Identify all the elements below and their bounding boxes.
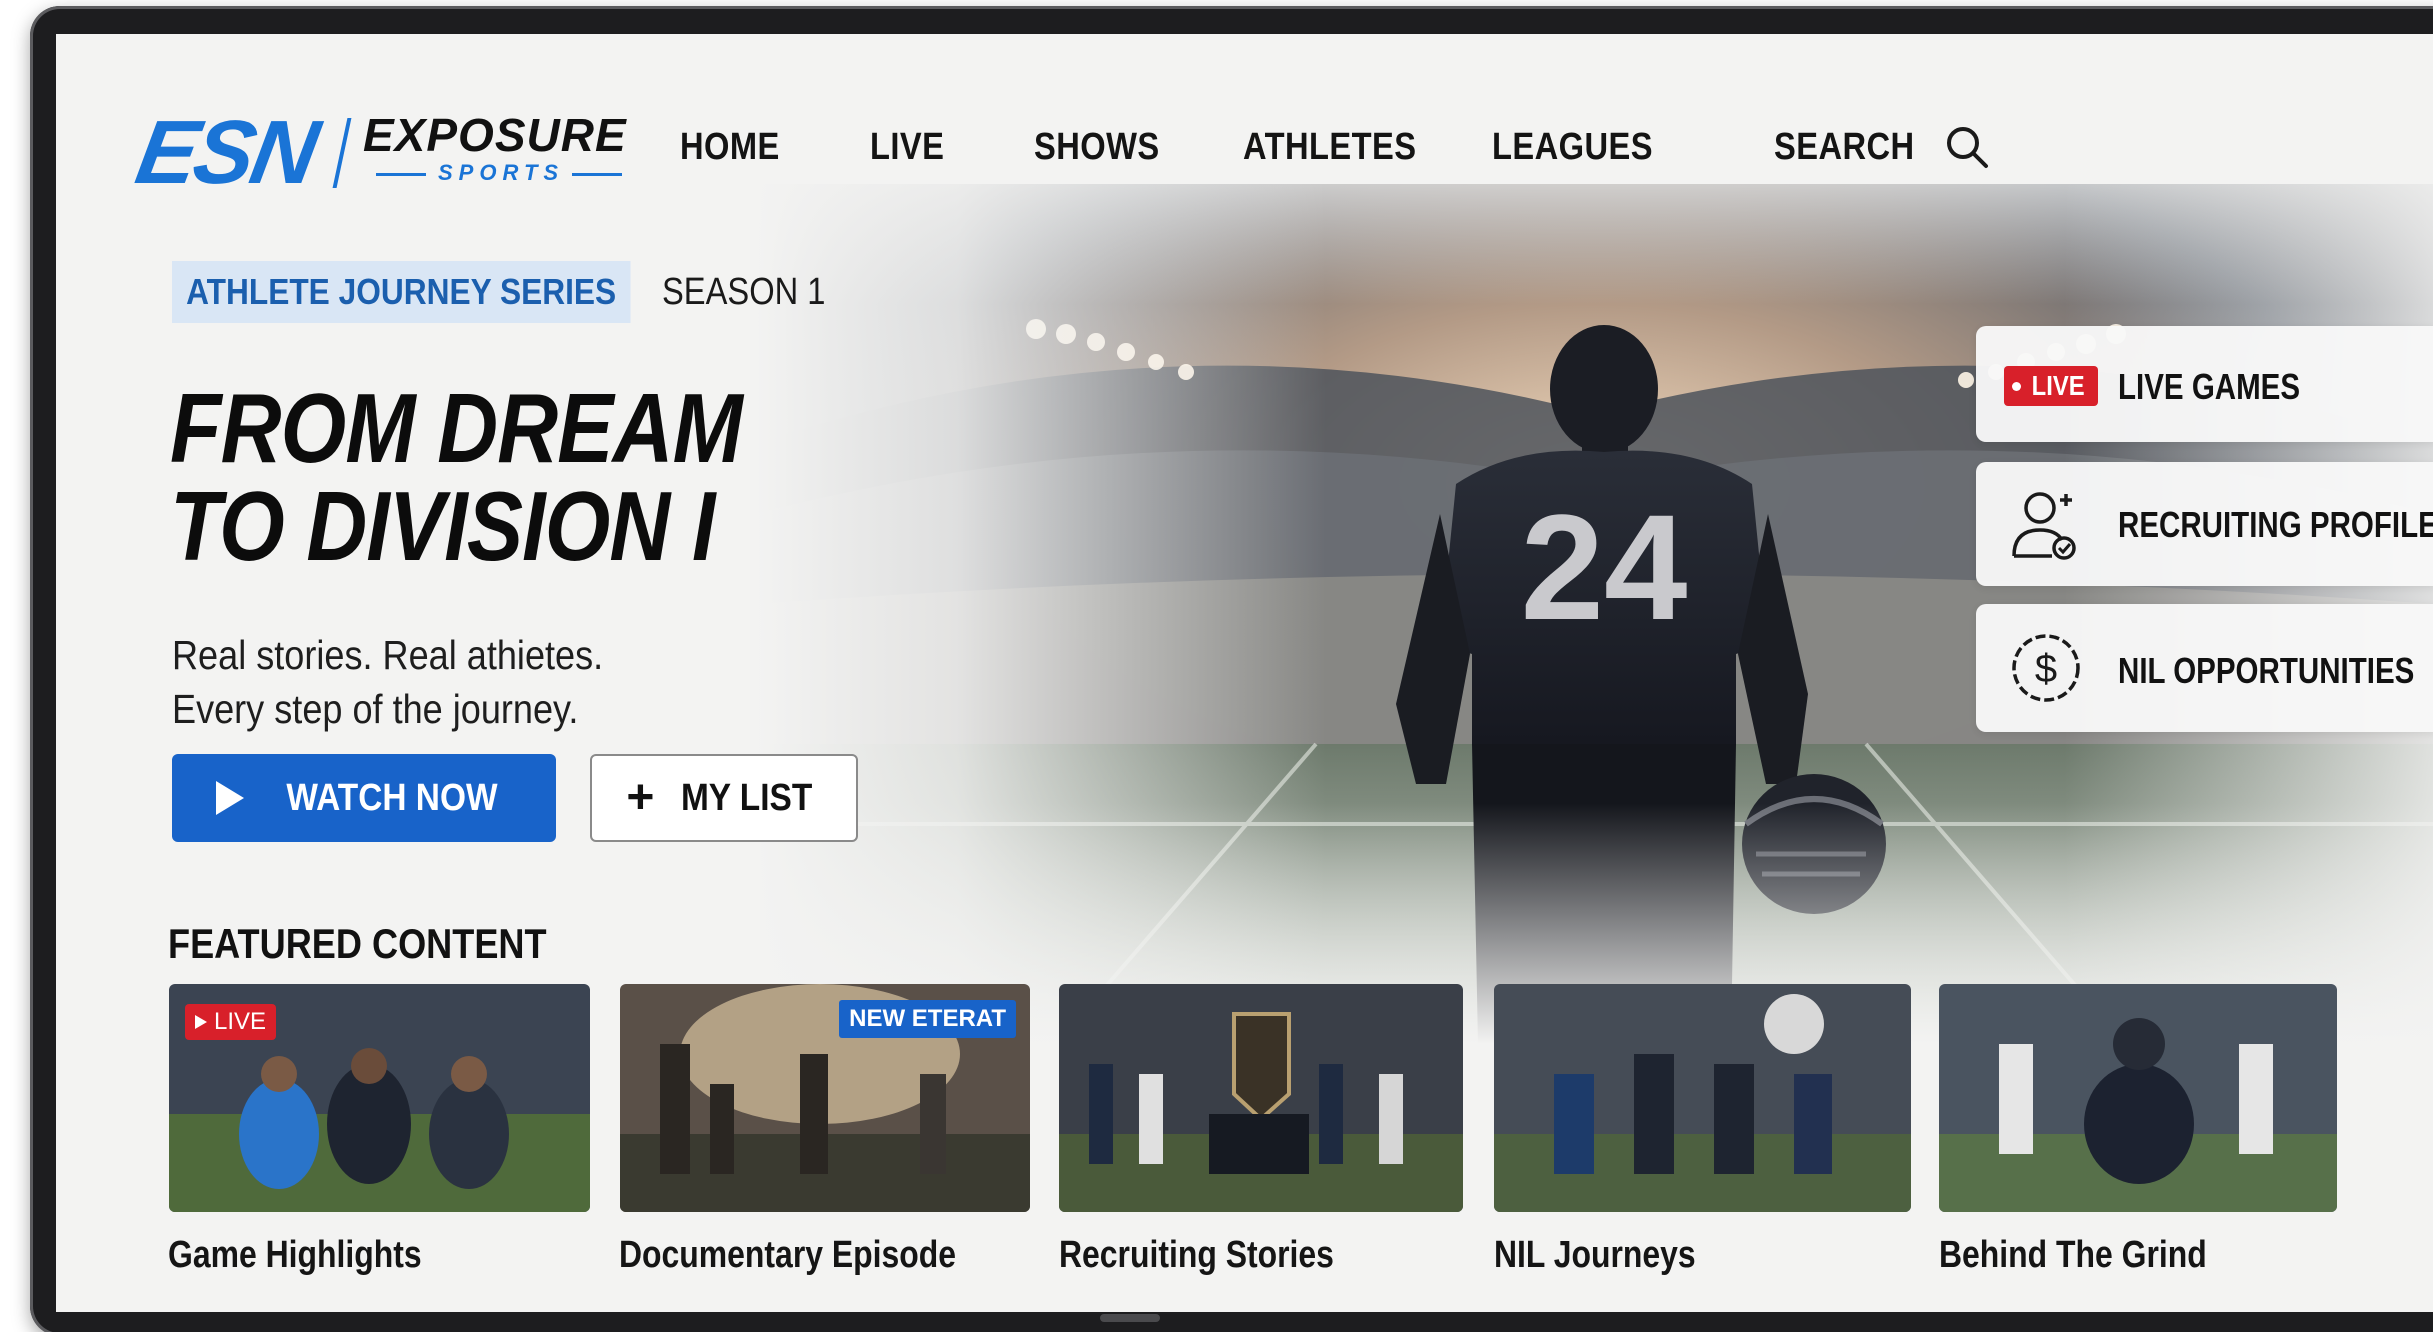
recruiting-profile-label: RECRUITING PROFILE (2118, 504, 2433, 545)
nav-leagues[interactable]: LEAGUES (1492, 126, 1653, 169)
thumb-label[interactable]: Game Highlights (168, 1234, 422, 1277)
brand-logo[interactable]: ESN EXPOSURE SPORTS (129, 103, 718, 214)
nav-athletes[interactable]: ATHLETES (1243, 126, 1417, 169)
hero-tagline: Real stories. Real athietes. Every step … (172, 628, 700, 736)
user-profile-icon (2012, 492, 2076, 560)
hero-eyebrow: ATHLETE JOURNEY SERIES SEASON 1 (172, 261, 825, 323)
logo-divider (332, 118, 352, 188)
featured-row: LIVE NEW ETERAT Game Highlights Document… (56, 984, 2433, 1284)
series-pill: ATHLETE JOURNEY SERIES (172, 261, 631, 323)
live-badge: LIVE (2004, 366, 2098, 406)
nav-search[interactable]: SEARCH (1774, 126, 1915, 169)
live-dot-icon (2012, 381, 2022, 391)
thumb-image (1939, 984, 2337, 1212)
live-badge: LIVE (185, 1004, 277, 1040)
tv-brand-mark (1100, 1314, 1160, 1322)
nav-live[interactable]: LIVE (870, 126, 944, 169)
play-icon (195, 1015, 207, 1029)
thumb-documentary-episode[interactable]: NEW ETERAT (620, 984, 1030, 1212)
headline-line-1: FROM DREAM (170, 373, 743, 483)
thumb-label[interactable]: Recruiting Stories (1059, 1234, 1334, 1277)
live-badge-text: LIVE (214, 1008, 267, 1035)
logo-name: EXPOSURE (363, 109, 627, 161)
watch-now-label: WATCH NOW (286, 776, 498, 819)
tv-screen: 24 ESN EXPOSURE SPORTS HOME LIVE SHOWS A… (56, 34, 2433, 1312)
nav-home[interactable]: HOME (680, 126, 780, 169)
thumb-label[interactable]: NIL Journeys (1494, 1234, 1696, 1277)
search-icon[interactable] (1944, 124, 1990, 170)
headline-line-2: TO DIVISION I (170, 471, 715, 581)
season-label: SEASON 1 (662, 271, 826, 313)
dollar-coin-icon: $ (2012, 634, 2080, 702)
thumb-image (1494, 984, 1911, 1212)
nil-opportunities-label: NIL OPPORTUNITIES (2118, 650, 2415, 691)
nav-shows[interactable]: SHOWS (1034, 126, 1160, 169)
logo-subtitle: SPORTS (375, 160, 623, 185)
tagline-line-1: Real stories. Real athietes. (172, 632, 604, 678)
live-games-label: LIVE GAMES (2118, 366, 2301, 407)
live-badge-text: LIVE (2032, 370, 2085, 401)
live-games-card[interactable]: LIVE LIVE GAMES (1976, 326, 2433, 442)
thumb-behind-the-grind[interactable] (1939, 984, 2337, 1212)
watch-now-button[interactable]: WATCH NOW (172, 754, 556, 842)
nil-opportunities-card[interactable]: $ NIL OPPORTUNITIES (1976, 604, 2433, 732)
thumb-nil-journeys[interactable] (1494, 984, 1911, 1212)
recruiting-profile-card[interactable]: RECRUITING PROFILE (1976, 462, 2433, 586)
featured-content-title: FEATURED CONTENT (168, 920, 547, 967)
logo-mark: ESN (129, 103, 323, 203)
my-list-label: MY LIST (681, 776, 813, 819)
thumb-game-highlights[interactable]: LIVE (169, 984, 590, 1212)
tagline-line-2: Every step of the journey. (172, 686, 579, 732)
hero-headline: FROM DREAM TO DIVISION I (170, 379, 772, 575)
thumb-label[interactable]: Documentary Episode (619, 1234, 956, 1277)
svg-text:$: $ (2035, 647, 2057, 691)
thumb-recruiting-stories[interactable] (1059, 984, 1463, 1212)
thumb-image (1059, 984, 1463, 1212)
top-header: ESN EXPOSURE SPORTS HOME LIVE SHOWS ATHL… (56, 34, 2433, 203)
play-icon (216, 781, 245, 815)
plus-icon: + (626, 771, 655, 824)
my-list-button[interactable]: + MY LIST (590, 754, 858, 842)
thumb-label[interactable]: Behind The Grind (1939, 1234, 2207, 1277)
new-badge: NEW ETERAT (839, 1000, 1016, 1038)
